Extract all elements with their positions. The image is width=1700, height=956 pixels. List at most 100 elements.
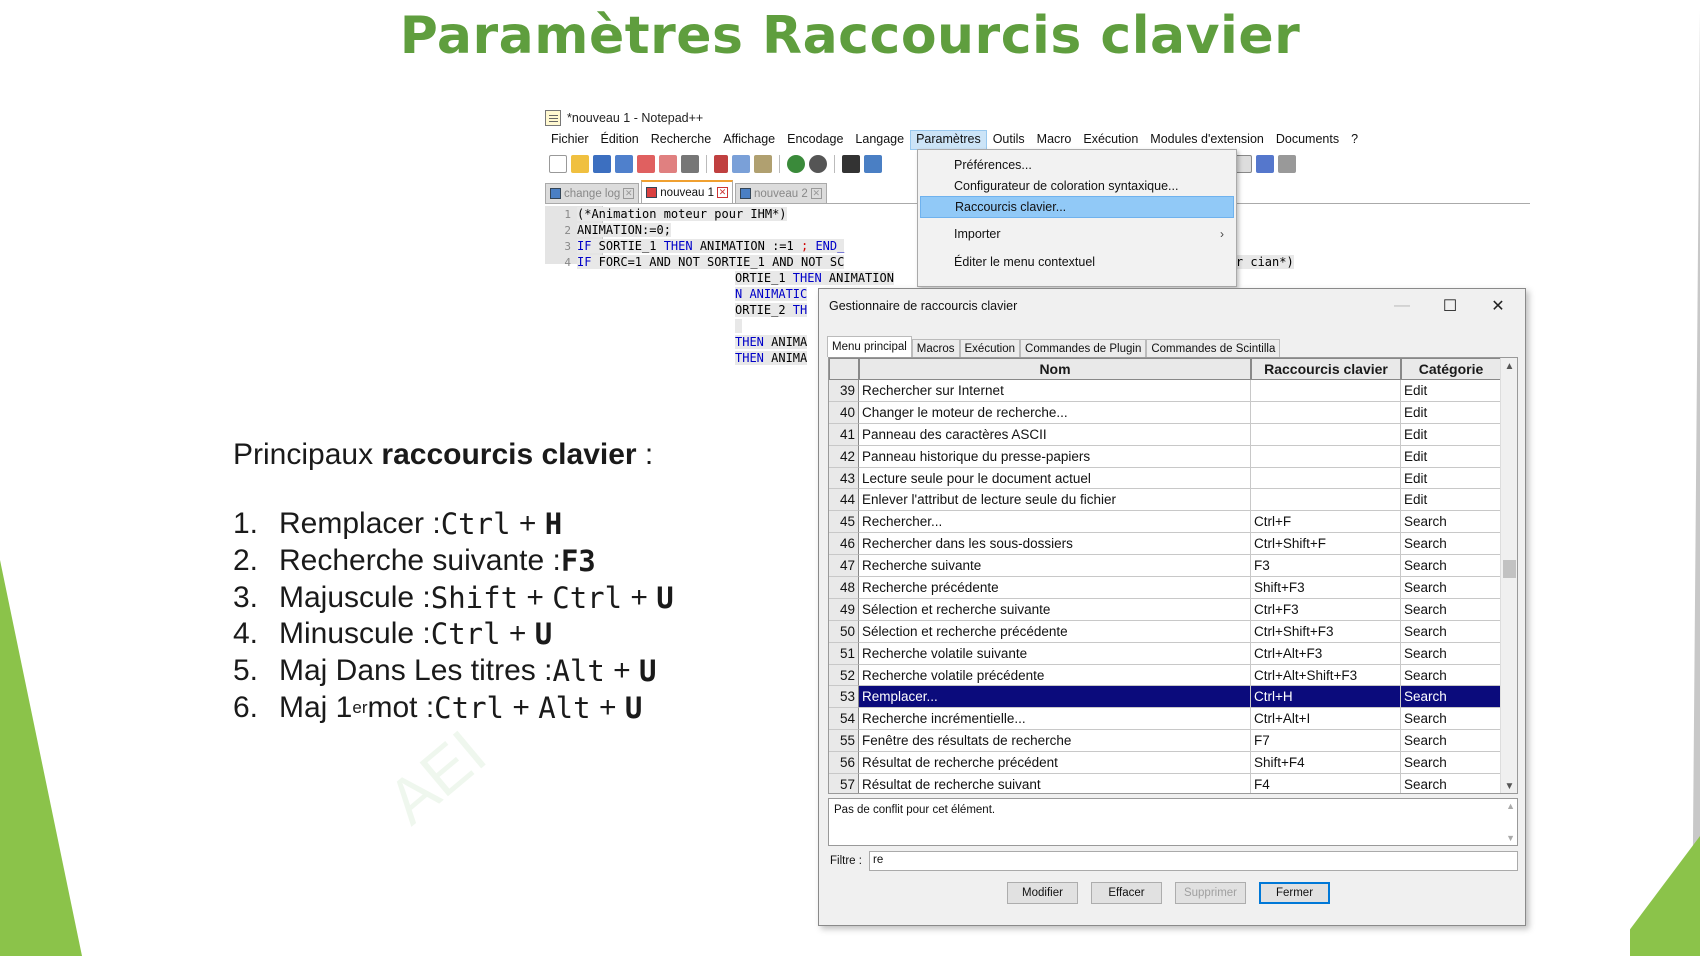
key-name: Ctrl (434, 690, 505, 725)
menu-item-outils[interactable]: Outils (987, 130, 1031, 150)
close-dialog-button[interactable]: ✕ (1475, 291, 1521, 321)
dialog-tab[interactable]: Commandes de Scintilla (1146, 339, 1281, 357)
redo-icon[interactable] (809, 155, 827, 173)
dialog-tab[interactable]: Macros (911, 339, 960, 357)
minimize-button[interactable]: — (1379, 291, 1425, 321)
menu-item-4[interactable]: Éditer le menu contextuel (920, 251, 1234, 273)
menu-item-encodage[interactable]: Encodage (781, 130, 849, 150)
menu-item-documents[interactable]: Documents (1270, 130, 1345, 150)
menu-item-recherche[interactable]: Recherche (645, 130, 717, 150)
table-row[interactable]: 53 Remplacer... Ctrl+H Search (829, 686, 1501, 709)
scroll-down-icon[interactable]: ▼ (1501, 778, 1517, 793)
menu-item-1[interactable]: Configurateur de coloration syntaxique..… (920, 175, 1234, 197)
scroll-up-icon[interactable]: ▲ (1506, 801, 1515, 811)
save-all-icon[interactable] (615, 155, 633, 173)
cell-name: Sélection et recherche suivante (859, 598, 1251, 621)
key-name: H (544, 507, 563, 542)
dialog-tab[interactable]: Commandes de Plugin (1020, 339, 1147, 357)
table-row[interactable]: 47 Recherche suivante F3 Search (829, 555, 1501, 578)
table-row[interactable]: 39 Rechercher sur Internet Edit (829, 380, 1501, 402)
menu-item-ex-cution[interactable]: Exécution (1077, 130, 1144, 150)
cell-category: Search (1401, 533, 1501, 556)
menu-item--[interactable]: ? (1345, 130, 1364, 150)
filter-input[interactable]: re (869, 851, 1518, 871)
dialog-tab[interactable]: Menu principal (827, 336, 912, 357)
column-header-category[interactable]: Catégorie (1401, 358, 1501, 380)
table-row[interactable]: 45 Rechercher... Ctrl+F Search (829, 511, 1501, 534)
save-macro-icon[interactable] (1278, 155, 1296, 173)
close-tab-icon[interactable]: ✕ (717, 187, 728, 198)
table-row[interactable]: 41 Panneau des caractères ASCII Edit (829, 423, 1501, 446)
menu-item-2[interactable]: Raccourcis clavier... (920, 196, 1234, 218)
dialog-tab[interactable]: Exécution (959, 339, 1021, 357)
table-row[interactable]: 51 Recherche volatile suivante Ctrl+Alt+F3… (829, 642, 1501, 665)
find-icon[interactable] (842, 155, 860, 173)
close-tab-icon[interactable]: ✕ (810, 188, 822, 199)
row-number: 45 (829, 511, 859, 534)
new-file-icon[interactable] (549, 155, 567, 173)
close-button[interactable]: Fermer (1259, 882, 1330, 904)
cell-shortcut: F3 (1251, 555, 1401, 578)
column-header-shortcut[interactable]: Raccourcis clavier (1251, 358, 1401, 380)
cut-icon[interactable] (714, 155, 728, 173)
menu-item-modules-d-extension[interactable]: Modules d'extension (1144, 130, 1270, 150)
save-icon[interactable] (593, 155, 611, 173)
menu-item-macro[interactable]: Macro (1031, 130, 1078, 150)
table-row[interactable]: 48 Recherche précédente Shift+F3 Search (829, 577, 1501, 599)
cell-shortcut: Ctrl+Alt+I (1251, 708, 1401, 731)
cell-name: Rechercher... (859, 511, 1251, 534)
watermark: AEI (373, 716, 500, 838)
close-tab-icon[interactable]: ✕ (623, 188, 635, 199)
run-macro-multiple-icon[interactable] (1256, 155, 1274, 173)
table-row[interactable]: 50 Sélection et recherche précédente Ctrl+… (829, 620, 1501, 643)
file-tab[interactable]: change log ✕ (545, 183, 640, 203)
print-icon[interactable] (681, 155, 699, 173)
scroll-down-icon[interactable]: ▼ (1506, 833, 1515, 843)
cell-shortcut: Ctrl+Shift+F3 (1251, 620, 1401, 643)
open-file-icon[interactable] (571, 155, 589, 173)
filter-label: Filtre : (830, 855, 862, 867)
table-row[interactable]: 40 Changer le moteur de recherche... Edit (829, 401, 1501, 424)
menu-item-langage[interactable]: Langage (849, 130, 910, 150)
list-item: 5. Maj Dans Les titres : Alt + U (233, 653, 674, 690)
scroll-up-icon[interactable]: ▲ (1501, 358, 1517, 375)
code-line: ORTIE_2 TH (735, 303, 808, 317)
cell-category: Edit (1401, 445, 1501, 468)
table-row[interactable]: 46 Rechercher dans les sous-dossiers Ctrl+… (829, 533, 1501, 556)
table-row[interactable]: 42 Panneau historique du presse-papiers Ed… (829, 445, 1501, 468)
table-row[interactable]: 57 Résultat de recherche suivant F4 Search (829, 774, 1501, 793)
table-row[interactable]: 56 Résultat de recherche précédent Shift+F… (829, 752, 1501, 775)
scrollbar-thumb[interactable] (1503, 560, 1516, 578)
copy-icon[interactable] (732, 155, 750, 173)
menu-item-param-tres[interactable]: Paramètres (910, 130, 987, 150)
close-all-icon[interactable] (659, 155, 677, 173)
file-tab-label: nouveau 1 (660, 186, 714, 199)
cell-name: Lecture seule pour le document actuel (859, 467, 1251, 490)
table-row[interactable]: 49 Sélection et recherche suivante Ctrl+F3… (829, 598, 1501, 621)
menu-item--dition[interactable]: Édition (595, 130, 645, 150)
table-row[interactable]: 44 Enlever l'attribut de lecture seule du… (829, 489, 1501, 512)
menu-item-0[interactable]: Préférences... (920, 154, 1234, 176)
menu-item-affichage[interactable]: Affichage (717, 130, 781, 150)
maximize-button[interactable]: ☐ (1427, 291, 1473, 321)
file-tab[interactable]: nouveau 2 ✕ (735, 183, 827, 203)
table-row[interactable]: 54 Recherche incrémentielle... Ctrl+Alt+I S… (829, 708, 1501, 731)
menu-item-fichier[interactable]: Fichier (545, 130, 595, 150)
undo-icon[interactable] (787, 155, 805, 173)
file-tab[interactable]: nouveau 1 ✕ (641, 180, 733, 203)
grid-scrollbar[interactable]: ▲ ▼ (1500, 358, 1517, 793)
replace-icon[interactable] (864, 155, 882, 173)
table-row[interactable]: 52 Recherche volatile précédente Ctrl+Alt+… (829, 664, 1501, 687)
table-row[interactable]: 55 Fenêtre des résultats de recherche F7 Se… (829, 730, 1501, 753)
column-header-name[interactable]: Nom (859, 358, 1251, 380)
table-row[interactable]: 43 Lecture seule pour le document actuel E… (829, 467, 1501, 490)
close-file-icon[interactable] (637, 155, 655, 173)
clear-button[interactable]: Effacer (1091, 882, 1162, 904)
menu-item-3[interactable]: Importer › (920, 223, 1234, 245)
delete-button[interactable]: Supprimer (1175, 882, 1246, 904)
paste-icon[interactable] (754, 155, 772, 173)
grid-header: Nom Raccourcis clavier Catégorie (829, 358, 1501, 380)
row-number: 47 (829, 555, 859, 578)
submenu-arrow-icon: › (1220, 227, 1224, 241)
modify-button[interactable]: Modifier (1007, 882, 1078, 904)
